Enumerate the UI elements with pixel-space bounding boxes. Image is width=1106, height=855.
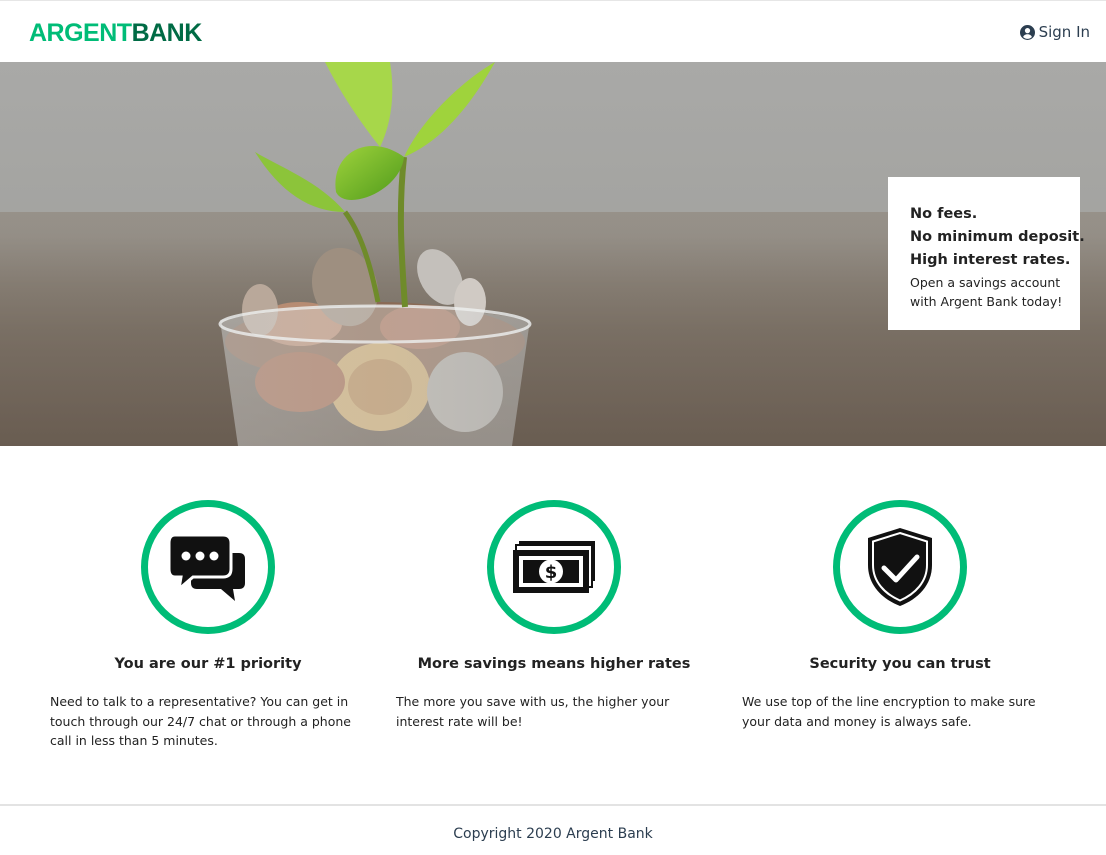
sign-in-label: Sign In [1038,23,1090,41]
money-icon: $ [513,541,595,593]
features-section: You are our #1 priority Need to talk to … [0,446,1106,804]
chat-icon [169,533,245,601]
hero-subtitle-no-fees: No fees. [910,206,978,222]
hero-promo-card: No fees. No minimum deposit. High intere… [888,177,1085,330]
feature-icon-circle: $ [487,500,621,634]
feature-icon-circle [833,500,967,634]
feature-description: The more you save with us, the higher yo… [396,694,670,729]
glass-jar [220,306,530,446]
main-nav: ARGENTBANK Sign In [0,0,1106,62]
hero-text: Open a savings account with Argent Bank … [910,275,1063,309]
feature-description: We use top of the line encryption to mak… [742,694,1036,729]
svg-text:$: $ [545,562,558,583]
hero-subtitle-interest: High interest rates. [910,252,1071,268]
feature-title: More savings means higher rates [417,656,691,672]
logo-text-argent: ARGENT [29,19,132,47]
feature-title: You are our #1 priority [114,656,302,672]
user-circle-icon [1019,24,1035,40]
argent-bank-logo[interactable]: ARGENTBANK [29,19,202,47]
hero-subtitle-no-minimum: No minimum deposit. [910,229,1085,245]
feature-icon-circle [141,500,275,634]
sign-in-link[interactable]: Sign In [1019,22,1090,42]
leaf-icon [335,145,404,200]
footer-copyright: Copyright 2020 Argent Bank [453,826,653,842]
feature-title: Security you can trust [809,656,991,672]
footer: Copyright 2020 Argent Bank [0,804,1106,855]
feature-description: Need to talk to a representative? You ca… [50,694,351,748]
logo-text-bank: BANK [131,19,203,47]
hero-banner: No fees. No minimum deposit. High intere… [0,62,1106,446]
security-shield-icon [868,528,932,606]
